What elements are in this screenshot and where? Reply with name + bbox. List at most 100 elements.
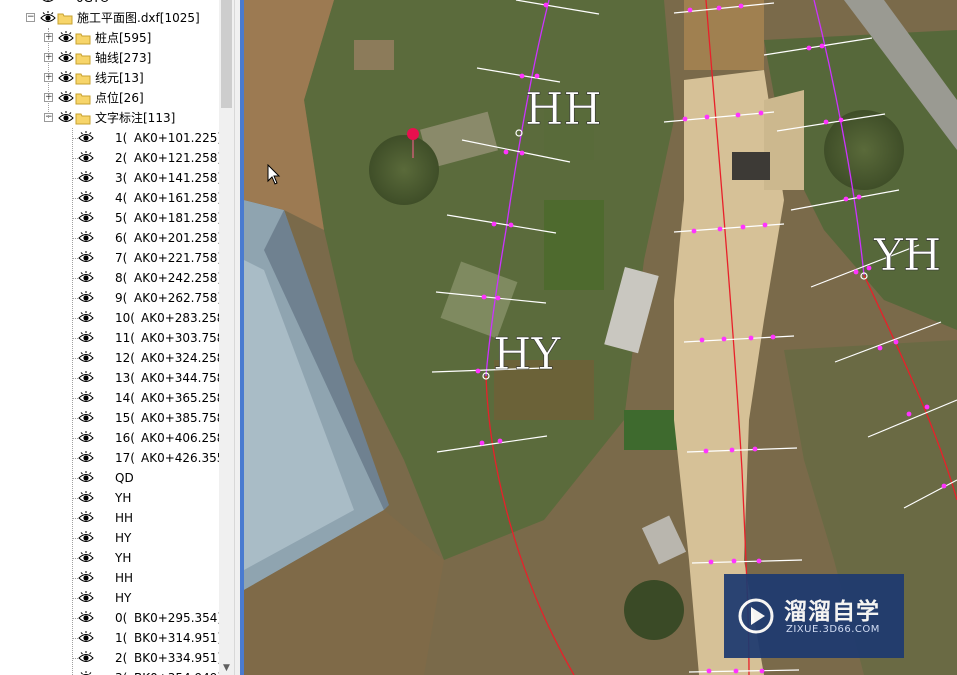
visibility-eye-icon[interactable]: [78, 551, 94, 565]
annotation-item[interactable]: 2(BK0+334.951): [0, 648, 219, 668]
annotation-item[interactable]: 1(AK0+101.225): [0, 128, 219, 148]
annotation-item[interactable]: 3(AK0+141.258): [0, 168, 219, 188]
watermark-title: 溜溜自学: [784, 599, 880, 625]
tree-item-label: 施工平面图.dxf[1025]: [77, 11, 200, 25]
visibility-eye-icon[interactable]: [78, 211, 94, 225]
annotation-item[interactable]: 17(AK0+426.355: [0, 448, 219, 468]
annotation-item[interactable]: 13(AK0+344.758: [0, 368, 219, 388]
annotation-item[interactable]: 8(AK0+242.258): [0, 268, 219, 288]
visibility-eye-icon[interactable]: [78, 611, 94, 625]
annotation-item[interactable]: YH: [0, 548, 219, 568]
folder-icon: [75, 71, 91, 85]
visibility-eye-icon[interactable]: [78, 131, 94, 145]
annotation-item[interactable]: 16(AK0+406.258: [0, 428, 219, 448]
annotation-item[interactable]: 10( AK0+283.258: [0, 308, 219, 328]
tree-item-label: HH: [115, 571, 134, 585]
visibility-eye-icon[interactable]: [78, 391, 94, 405]
tree-item-index: 10(: [115, 311, 135, 325]
tree-item-label: 桩点[595]: [95, 31, 152, 45]
tree-item-label: AK0+262.758): [134, 291, 219, 305]
tree-item-label: AK0+242.258): [134, 271, 219, 285]
map-label-hh: HH: [525, 84, 602, 135]
tree-item-label: AK0+101.225): [134, 131, 219, 145]
visibility-eye-icon[interactable]: [78, 231, 94, 245]
tree-group[interactable]: + 点位[26]: [0, 88, 219, 108]
annotation-item[interactable]: 4(AK0+161.258): [0, 188, 219, 208]
annotation-item[interactable]: QD: [0, 468, 219, 488]
map-label-yh: YH: [873, 230, 941, 281]
visibility-eye-icon[interactable]: [78, 491, 94, 505]
tree-root[interactable]: − 施工平面图.dxf[1025]: [0, 8, 219, 28]
visibility-eye-icon[interactable]: [40, 11, 56, 25]
visibility-eye-icon[interactable]: [78, 511, 94, 525]
visibility-eye-icon[interactable]: [58, 51, 74, 65]
visibility-eye-icon[interactable]: [78, 331, 94, 345]
visibility-eye-icon[interactable]: [78, 411, 94, 425]
visibility-eye-icon[interactable]: [40, 0, 56, 5]
annotation-item[interactable]: HH: [0, 508, 219, 528]
visibility-eye-icon[interactable]: [58, 31, 74, 45]
annotation-item[interactable]: 9(AK0+262.758): [0, 288, 219, 308]
visibility-eye-icon[interactable]: [78, 271, 94, 285]
visibility-eye-icon[interactable]: [78, 371, 94, 385]
visibility-eye-icon[interactable]: [78, 431, 94, 445]
visibility-eye-icon[interactable]: [78, 451, 94, 465]
visibility-eye-icon[interactable]: [58, 111, 74, 125]
layer-tree[interactable]: 0GTO − 施工平面图.dxf[1025] +桩点[595]+轴线[273]+线元[…: [0, 0, 219, 675]
annotation-item[interactable]: 11(AK0+303.758: [0, 328, 219, 348]
scrollbar-thumb[interactable]: [221, 0, 232, 108]
tree-scrollbar[interactable]: ▼: [219, 0, 234, 675]
annotation-item[interactable]: 1(BK0+314.951): [0, 628, 219, 648]
annotation-item[interactable]: 2(AK0+121.258): [0, 148, 219, 168]
tree-item-index: 14(: [115, 391, 135, 405]
annotation-item[interactable]: HH: [0, 568, 219, 588]
collapse-icon[interactable]: −: [26, 13, 35, 22]
annotation-item[interactable]: 7(AK0+221.758): [0, 248, 219, 268]
annotation-item[interactable]: YH: [0, 488, 219, 508]
visibility-eye-icon[interactable]: [78, 151, 94, 165]
visibility-eye-icon[interactable]: [58, 71, 74, 85]
visibility-eye-icon[interactable]: [78, 631, 94, 645]
annotation-item[interactable]: 3(BK0+354.949): [0, 668, 219, 675]
tree-group[interactable]: + 轴线[273]: [0, 48, 219, 68]
tree-group[interactable]: + 线元[13]: [0, 68, 219, 88]
visibility-eye-icon[interactable]: [78, 671, 94, 675]
tree-item-index: 2(: [115, 651, 128, 665]
tree-item-label: AK0+283.258: [141, 311, 219, 325]
visibility-eye-icon[interactable]: [78, 351, 94, 365]
tree-item-label: 点位[26]: [95, 91, 144, 105]
visibility-eye-icon[interactable]: [78, 591, 94, 605]
tree-item-label: YH: [115, 551, 132, 565]
visibility-eye-icon[interactable]: [78, 171, 94, 185]
tree-item-label: AK0+303.758: [141, 331, 219, 345]
visibility-eye-icon[interactable]: [78, 651, 94, 665]
tree-item-label: AK0+121.258): [134, 151, 219, 165]
annotation-item[interactable]: 12(AK0+324.258: [0, 348, 219, 368]
map-pin-icon[interactable]: [407, 128, 419, 140]
mouse-cursor-icon: [267, 164, 281, 185]
annotation-item[interactable]: 5(AK0+181.258): [0, 208, 219, 228]
annotation-item[interactable]: 14(AK0+365.258: [0, 388, 219, 408]
tree-item-label: BK0+354.949): [134, 670, 219, 675]
visibility-eye-icon[interactable]: [78, 571, 94, 585]
visibility-eye-icon[interactable]: [78, 531, 94, 545]
visibility-eye-icon[interactable]: [58, 91, 74, 105]
tree-group[interactable]: − 文字标注[113]: [0, 108, 219, 128]
visibility-eye-icon[interactable]: [78, 311, 94, 325]
watermark: 溜溜自学 ZIXUE.3D66.COM: [724, 574, 904, 658]
annotation-item[interactable]: 6(AK0+201.258): [0, 228, 219, 248]
tree-item-index: 7(: [115, 251, 128, 265]
visibility-eye-icon[interactable]: [78, 191, 94, 205]
annotation-item[interactable]: HY: [0, 528, 219, 548]
annotation-item[interactable]: 0(BK0+295.354): [0, 608, 219, 628]
visibility-eye-icon[interactable]: [78, 251, 94, 265]
tree-group[interactable]: + 桩点[595]: [0, 28, 219, 48]
visibility-eye-icon[interactable]: [78, 471, 94, 485]
scroll-down-arrow-icon[interactable]: ▼: [219, 661, 234, 675]
tree-item-index: 13(: [115, 371, 135, 385]
annotation-item[interactable]: HY: [0, 588, 219, 608]
annotation-item[interactable]: 15(AK0+385.758: [0, 408, 219, 428]
tree-item-partial[interactable]: 0GTO: [0, 0, 219, 8]
tree-connector: [48, 28, 49, 118]
visibility-eye-icon[interactable]: [78, 291, 94, 305]
